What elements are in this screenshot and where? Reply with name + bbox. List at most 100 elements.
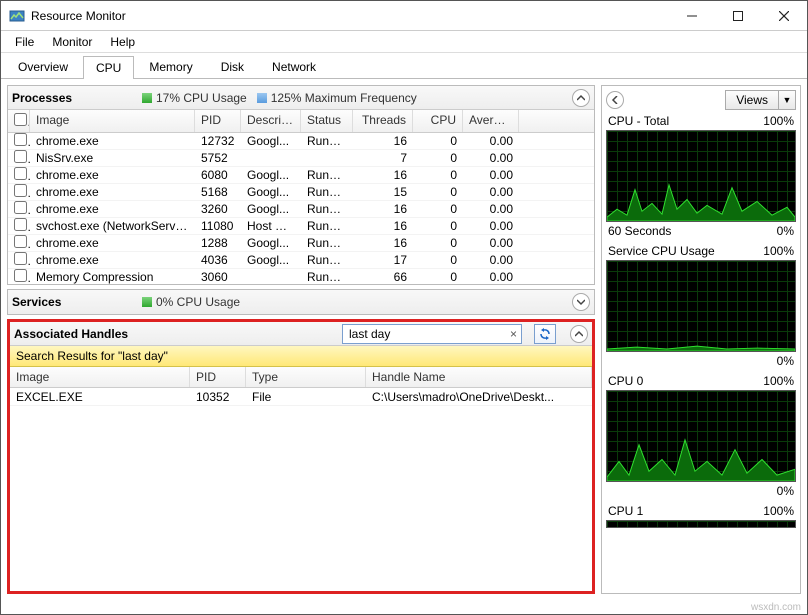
row-checkbox[interactable] xyxy=(14,150,27,163)
associated-handles-panel: Associated Handles × Search Results for … xyxy=(7,319,595,594)
col-cpu[interactable]: CPU xyxy=(413,110,463,132)
graph-canvas xyxy=(606,260,796,352)
tab-disk[interactable]: Disk xyxy=(208,55,257,78)
col-pid[interactable]: PID xyxy=(195,110,241,132)
graphs-sidebar: Views ▼ CPU - Total 100% 60 Seconds 0% Servi… xyxy=(601,85,801,594)
views-dropdown-icon[interactable]: ▼ xyxy=(779,91,795,109)
hcol-type[interactable]: Type xyxy=(246,367,366,387)
graph-block: CPU 0 100% 0% xyxy=(606,374,796,498)
graph-title: CPU - Total xyxy=(608,114,669,128)
menu-bar: File Monitor Help xyxy=(1,31,807,53)
app-icon xyxy=(9,8,25,24)
graph-foot-right: 0% xyxy=(777,484,794,498)
cell-image: Memory Compression xyxy=(30,267,195,284)
graph-title: CPU 1 xyxy=(608,504,643,518)
cell-desc: Googl... xyxy=(241,133,301,151)
cell-image: EXCEL.EXE xyxy=(10,388,190,407)
graph-max: 100% xyxy=(763,374,794,388)
graph-title: Service CPU Usage xyxy=(608,244,715,258)
views-button[interactable]: Views ▼ xyxy=(725,90,796,110)
search-results-label: Search Results for "last day" xyxy=(10,346,592,367)
table-row[interactable]: EXCEL.EXE10352FileC:\Users\madro\OneDriv… xyxy=(10,388,592,406)
processes-header-row: Image PID Descrip... Status Threads CPU … xyxy=(8,110,594,133)
col-status[interactable]: Status xyxy=(301,110,353,132)
close-button[interactable] xyxy=(761,1,807,31)
hcol-pid[interactable]: PID xyxy=(190,367,246,387)
col-desc[interactable]: Descrip... xyxy=(241,110,301,132)
tab-cpu[interactable]: CPU xyxy=(83,56,134,79)
hcol-name[interactable]: Handle Name xyxy=(366,367,592,387)
graph-foot-left: 60 Seconds xyxy=(608,224,671,238)
cell-desc xyxy=(241,274,301,280)
services-title: Services xyxy=(12,295,132,309)
max-freq-stat: 125% Maximum Frequency xyxy=(257,91,417,105)
cpu-usage-stat: 17% CPU Usage xyxy=(142,91,247,105)
handles-body[interactable]: EXCEL.EXE10352FileC:\Users\madro\OneDriv… xyxy=(10,388,592,591)
cell-pid: 10352 xyxy=(190,388,246,407)
table-row[interactable]: Memory Compression3060Runni...6600.00 xyxy=(8,269,594,284)
window-title: Resource Monitor xyxy=(31,9,669,23)
row-checkbox[interactable] xyxy=(14,218,27,231)
cell-threads: 66 xyxy=(353,267,413,284)
sidebar-expand-button[interactable] xyxy=(606,91,624,109)
title-bar: Resource Monitor xyxy=(1,1,807,31)
window-controls xyxy=(669,1,807,31)
refresh-search-button[interactable] xyxy=(534,324,556,344)
services-cpu-stat: 0% CPU Usage xyxy=(142,295,240,309)
handles-search-box: × xyxy=(342,324,522,344)
graph-block: CPU - Total 100% 60 Seconds 0% xyxy=(606,114,796,238)
square-green-icon xyxy=(142,297,152,307)
tab-network[interactable]: Network xyxy=(259,55,329,78)
col-image[interactable]: Image xyxy=(30,110,195,132)
cell-status xyxy=(301,155,353,161)
handles-title: Associated Handles xyxy=(14,327,134,341)
row-checkbox[interactable] xyxy=(14,133,27,146)
cell-status: Runni... xyxy=(301,267,353,284)
processes-panel: Processes 17% CPU Usage 125% Maximum Fre… xyxy=(7,85,595,285)
menu-help[interactable]: Help xyxy=(102,33,143,51)
row-checkbox[interactable] xyxy=(14,235,27,248)
handles-search-input[interactable] xyxy=(345,327,508,341)
processes-body[interactable]: chrome.exe12732Googl...Runni...1600.00Ni… xyxy=(8,133,594,284)
graph-canvas xyxy=(606,390,796,482)
handles-collapse-button[interactable] xyxy=(570,325,588,343)
graph-title: CPU 0 xyxy=(608,374,643,388)
services-expand-button[interactable] xyxy=(572,293,590,311)
graph-max: 100% xyxy=(763,244,794,258)
graph-max: 100% xyxy=(763,504,794,518)
graph-block: Service CPU Usage100%0% xyxy=(606,244,796,368)
clear-search-icon[interactable]: × xyxy=(508,327,519,341)
cell-status: Runni... xyxy=(301,133,353,151)
processes-title: Processes xyxy=(12,91,132,105)
row-checkbox[interactable] xyxy=(14,252,27,265)
handles-header-row: Image PID Type Handle Name xyxy=(10,367,592,388)
menu-file[interactable]: File xyxy=(7,33,42,51)
tab-overview[interactable]: Overview xyxy=(5,55,81,78)
col-checkbox[interactable] xyxy=(8,110,30,132)
cell-cpu: 0 xyxy=(413,267,463,284)
cell-name: C:\Users\madro\OneDrive\Deskt... xyxy=(366,388,592,407)
graph-canvas xyxy=(606,520,796,528)
row-checkbox[interactable] xyxy=(14,167,27,180)
processes-collapse-button[interactable] xyxy=(572,89,590,107)
tab-strip: Overview CPU Memory Disk Network xyxy=(1,53,807,79)
minimize-button[interactable] xyxy=(669,1,715,31)
menu-monitor[interactable]: Monitor xyxy=(44,33,100,51)
square-blue-icon xyxy=(257,93,267,103)
row-checkbox[interactable] xyxy=(14,184,27,197)
graph-max: 100% xyxy=(763,114,794,128)
graph-foot-right: 0% xyxy=(777,224,794,238)
views-label: Views xyxy=(726,91,779,109)
maximize-button[interactable] xyxy=(715,1,761,31)
row-checkbox[interactable] xyxy=(14,201,27,214)
graph-block: CPU 1 100% xyxy=(606,504,796,528)
col-threads[interactable]: Threads xyxy=(353,110,413,132)
square-green-icon xyxy=(142,93,152,103)
row-checkbox[interactable] xyxy=(14,269,27,282)
tab-memory[interactable]: Memory xyxy=(136,55,205,78)
cell-avg: 0.00 xyxy=(463,267,519,284)
col-avg[interactable]: Averag... xyxy=(463,110,519,132)
hcol-image[interactable]: Image xyxy=(10,367,190,387)
footer-credit: wsxdn.com xyxy=(751,602,801,613)
select-all-checkbox[interactable] xyxy=(14,113,27,126)
